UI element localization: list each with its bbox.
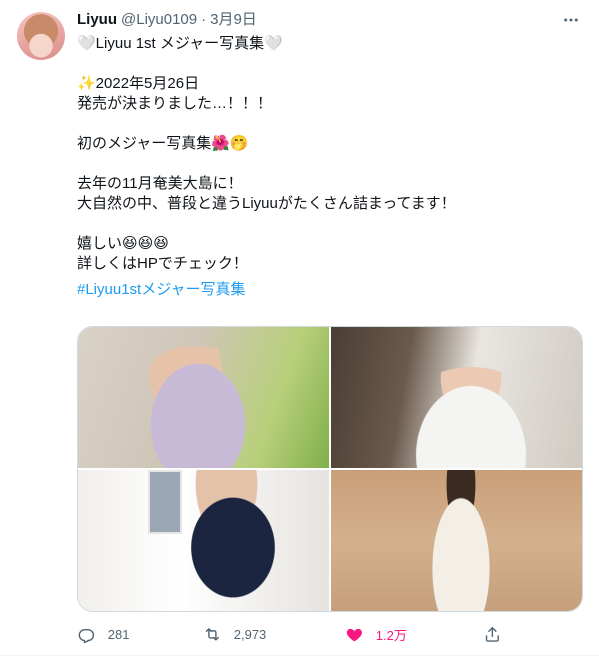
heart-filled-icon: [346, 628, 362, 642]
media-grid: [77, 326, 583, 612]
reply-count: 281: [107, 626, 130, 642]
tweet-header: Liyuu @Liyu0109 · 3月9日: [77, 10, 583, 30]
like-count: 1.2万: [375, 627, 407, 643]
more-horizontal-icon[interactable]: [559, 10, 583, 30]
photo-2[interactable]: [331, 327, 582, 468]
photo-3[interactable]: [78, 470, 329, 611]
hashtag-link[interactable]: #Liyuu1stメジャー写真集: [77, 280, 583, 300]
retweet-count: 2,973: [233, 626, 267, 642]
photo-subject: [138, 347, 258, 468]
separator-dot: ·: [201, 11, 207, 28]
reply-icon: [78, 628, 95, 643]
tweet-actions: 281 2,973 1.2万: [77, 620, 507, 648]
photo-subject: [168, 470, 298, 611]
display-name[interactable]: Liyuu: [77, 10, 117, 30]
photo-subject: [401, 367, 541, 468]
tweet-date[interactable]: 3月9日: [210, 10, 257, 30]
photo-1[interactable]: [78, 327, 329, 468]
tweet-text: 🤍Liyuu 1st メジャー写真集🤍 ✨2022年5月26日 発売が決まりまし…: [77, 35, 456, 272]
photo-4[interactable]: [331, 470, 582, 611]
photo-subject: [421, 470, 501, 611]
reply-button[interactable]: 281: [77, 625, 129, 644]
share-button[interactable]: [483, 625, 502, 644]
retweet-button[interactable]: 2,973: [203, 625, 266, 644]
share-icon: [485, 626, 499, 642]
avatar[interactable]: [17, 12, 65, 60]
retweet-icon: [205, 627, 219, 641]
tweet-content: Liyuu @Liyu0109 · 3月9日 🤍Liyuu 1st メジャー写真…: [77, 10, 583, 300]
user-handle[interactable]: @Liyu0109: [121, 10, 197, 30]
like-button[interactable]: 1.2万: [345, 625, 407, 644]
tweet[interactable]: Liyuu @Liyu0109 · 3月9日 🤍Liyuu 1st メジャー写真…: [0, 0, 599, 656]
